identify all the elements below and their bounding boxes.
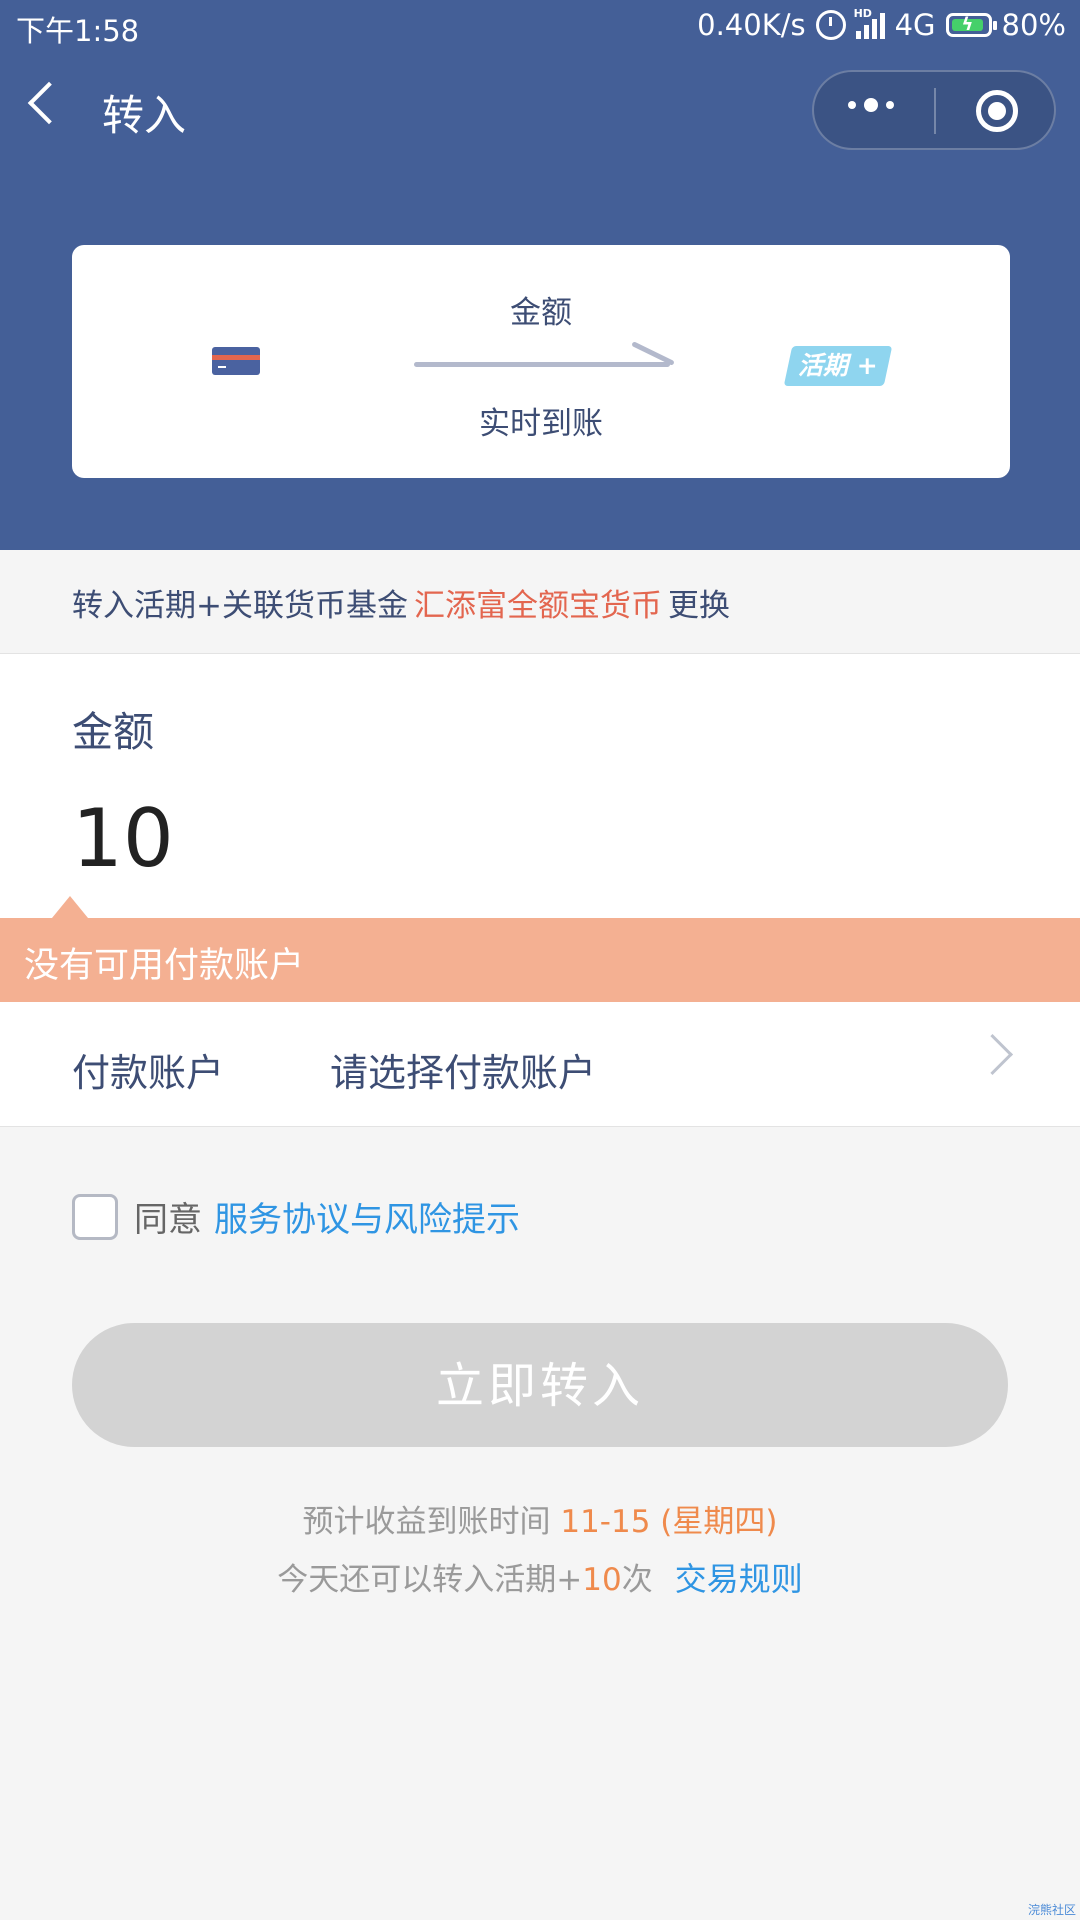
huoqi-plus-badge: 活期 + <box>783 346 893 386</box>
fund-row: 转入活期+关联货币基金 汇添富全额宝货币 更换 <box>72 580 730 625</box>
card-realtime-label: 实时到账 <box>479 406 603 442</box>
payment-account-select[interactable]: 请选择付款账户 <box>330 1042 596 1097</box>
watermark: 浣熊社区 <box>1027 1903 1076 1917</box>
payment-account-row[interactable]: 付款账户 请选择付款账户 <box>0 1002 1080 1127</box>
status-time: 下午1:58 <box>16 14 140 48</box>
status-right: 0.40K/s HD 4G ϟ 80% <box>697 7 1066 42</box>
remaining-count-info: 今天还可以转入活期+10次 交易规则 <box>0 1554 1080 1600</box>
fund-name: 汇添富全额宝货币 <box>413 588 662 624</box>
warning-text: 没有可用付款账户 <box>24 946 305 986</box>
badge-text: 活期 + <box>798 351 878 380</box>
warning-pointer <box>52 896 88 918</box>
bank-card-icon <box>212 347 260 375</box>
arrival-time-label: 预计收益到账时间 <box>302 1504 551 1540</box>
back-arrow-icon[interactable] <box>27 81 71 125</box>
agree-checkbox[interactable] <box>72 1193 118 1240</box>
arrival-date: 11-15 (星期四) <box>560 1504 778 1540</box>
fund-bar: 转入活期+关联货币基金 汇添富全额宝货币 更换 <box>0 550 1080 654</box>
arrival-time-info: 预计收益到账时间 11-15 (星期四) <box>0 1496 1080 1541</box>
close-miniapp-icon[interactable] <box>976 90 1018 132</box>
submit-transfer-button[interactable]: 立即转入 <box>72 1323 1008 1447</box>
trade-rules-link[interactable]: 交易规则 <box>675 1560 803 1598</box>
nav-bar: 转入 <box>0 58 1080 168</box>
remaining-count: 10 <box>582 1562 622 1598</box>
fund-prefix: 转入活期+关联货币基金 <box>72 588 408 624</box>
page-title: 转入 <box>102 91 187 140</box>
capsule-divider <box>934 88 936 134</box>
card-amount-label: 金额 <box>510 295 572 331</box>
transfer-arrow-icon <box>414 362 670 367</box>
net-speed: 0.40K/s <box>697 8 806 42</box>
agreement-row: 同意 服务协议与风险提示 <box>72 1192 520 1241</box>
transfer-card: 金额 实时到账 活期 + <box>72 245 1010 478</box>
chevron-right-icon <box>971 1033 1014 1076</box>
agreement-link[interactable]: 服务协议与风险提示 <box>214 1192 520 1241</box>
signal-icon: HD <box>854 7 885 39</box>
more-icon[interactable] <box>848 98 894 112</box>
status-bar: 下午1:58 0.40K/s HD 4G ϟ 80% <box>0 0 1080 52</box>
payment-account-label: 付款账户 <box>72 1051 225 1095</box>
battery-icon: ϟ <box>945 13 997 37</box>
agree-text: 同意 <box>134 1200 202 1240</box>
remaining-prefix: 今天还可以转入活期+ <box>277 1562 583 1598</box>
amount-input[interactable]: 10 <box>72 792 174 885</box>
network-type: 4G <box>894 8 936 42</box>
amount-label: 金额 <box>72 708 154 756</box>
change-fund-link[interactable]: 更换 <box>668 588 730 624</box>
amount-section: 金额 10 <box>0 654 1080 918</box>
alarm-icon <box>815 10 846 40</box>
miniapp-capsule <box>812 70 1056 150</box>
battery-level: 80% <box>1001 8 1066 42</box>
warning-banner: 没有可用付款账户 <box>0 918 1080 1002</box>
remaining-suffix: 次 <box>621 1562 653 1598</box>
header-background: 下午1:58 0.40K/s HD 4G ϟ 80% 转入 金额 实时到账 活期… <box>0 0 1080 550</box>
